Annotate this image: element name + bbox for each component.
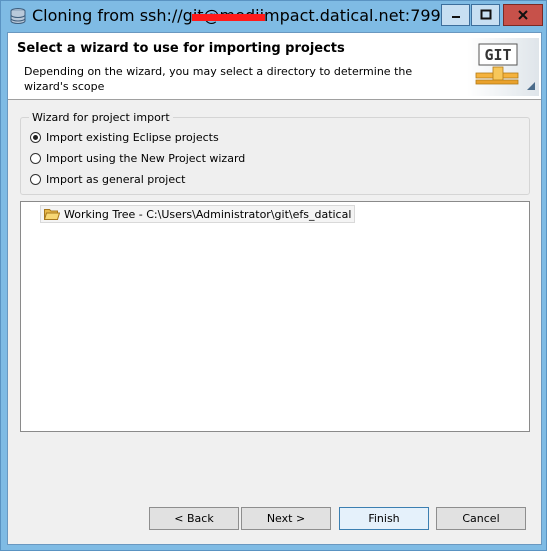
close-icon <box>518 10 528 20</box>
project-tree[interactable]: Working Tree - C:\Users\Administrator\gi… <box>20 201 530 432</box>
minimize-button[interactable] <box>441 4 470 26</box>
wizard-title: Select a wizard to use for importing pro… <box>17 41 345 56</box>
cancel-button[interactable]: Cancel <box>436 507 526 530</box>
minimize-icon <box>451 16 460 18</box>
radio-import-general-project[interactable]: Import as general project <box>30 170 185 188</box>
radio-import-new-project-wizard[interactable]: Import using the New Project wizard <box>30 149 245 167</box>
radio-selected-dot <box>33 134 38 140</box>
git-logo-icon: GIT <box>467 38 539 96</box>
redaction-mark <box>192 14 265 21</box>
git-logo-text: GIT <box>484 46 511 64</box>
database-icon <box>10 8 26 25</box>
open-folder-icon <box>44 209 60 220</box>
finish-button[interactable]: Finish <box>339 507 429 530</box>
dialog-content: Select a wizard to use for importing pro… <box>7 32 542 545</box>
radio-label: Import existing Eclipse projects <box>46 130 219 144</box>
wizard-import-group: Wizard for project import Import existin… <box>20 111 530 195</box>
radio-button[interactable] <box>30 173 41 185</box>
title-bar[interactable]: Cloning from ssh://git@mediimpact.datica… <box>1 1 546 31</box>
maximize-button[interactable] <box>471 4 500 26</box>
radio-label: Import using the New Project wizard <box>46 151 246 165</box>
radio-button[interactable] <box>30 131 41 143</box>
close-button[interactable] <box>503 4 543 26</box>
radio-button[interactable] <box>30 152 41 164</box>
next-button[interactable]: Next > <box>241 507 331 530</box>
wizard-group-label: Wizard for project import <box>29 111 173 124</box>
tree-item-label: Working Tree - C:\Users\Administrator\gi… <box>64 207 352 221</box>
radio-label: Import as general project <box>46 172 186 186</box>
tree-item-working-tree[interactable]: Working Tree - C:\Users\Administrator\gi… <box>40 205 356 223</box>
maximize-icon <box>480 9 491 20</box>
radio-import-existing[interactable]: Import existing Eclipse projects <box>30 128 219 146</box>
wizard-description: Depending on the wizard, you may select … <box>24 65 413 93</box>
wizard-banner: Select a wizard to use for importing pro… <box>8 33 541 100</box>
dialog-window: Cloning from ssh://git@mediimpact.datica… <box>0 0 547 551</box>
back-button[interactable]: < Back <box>149 507 239 530</box>
